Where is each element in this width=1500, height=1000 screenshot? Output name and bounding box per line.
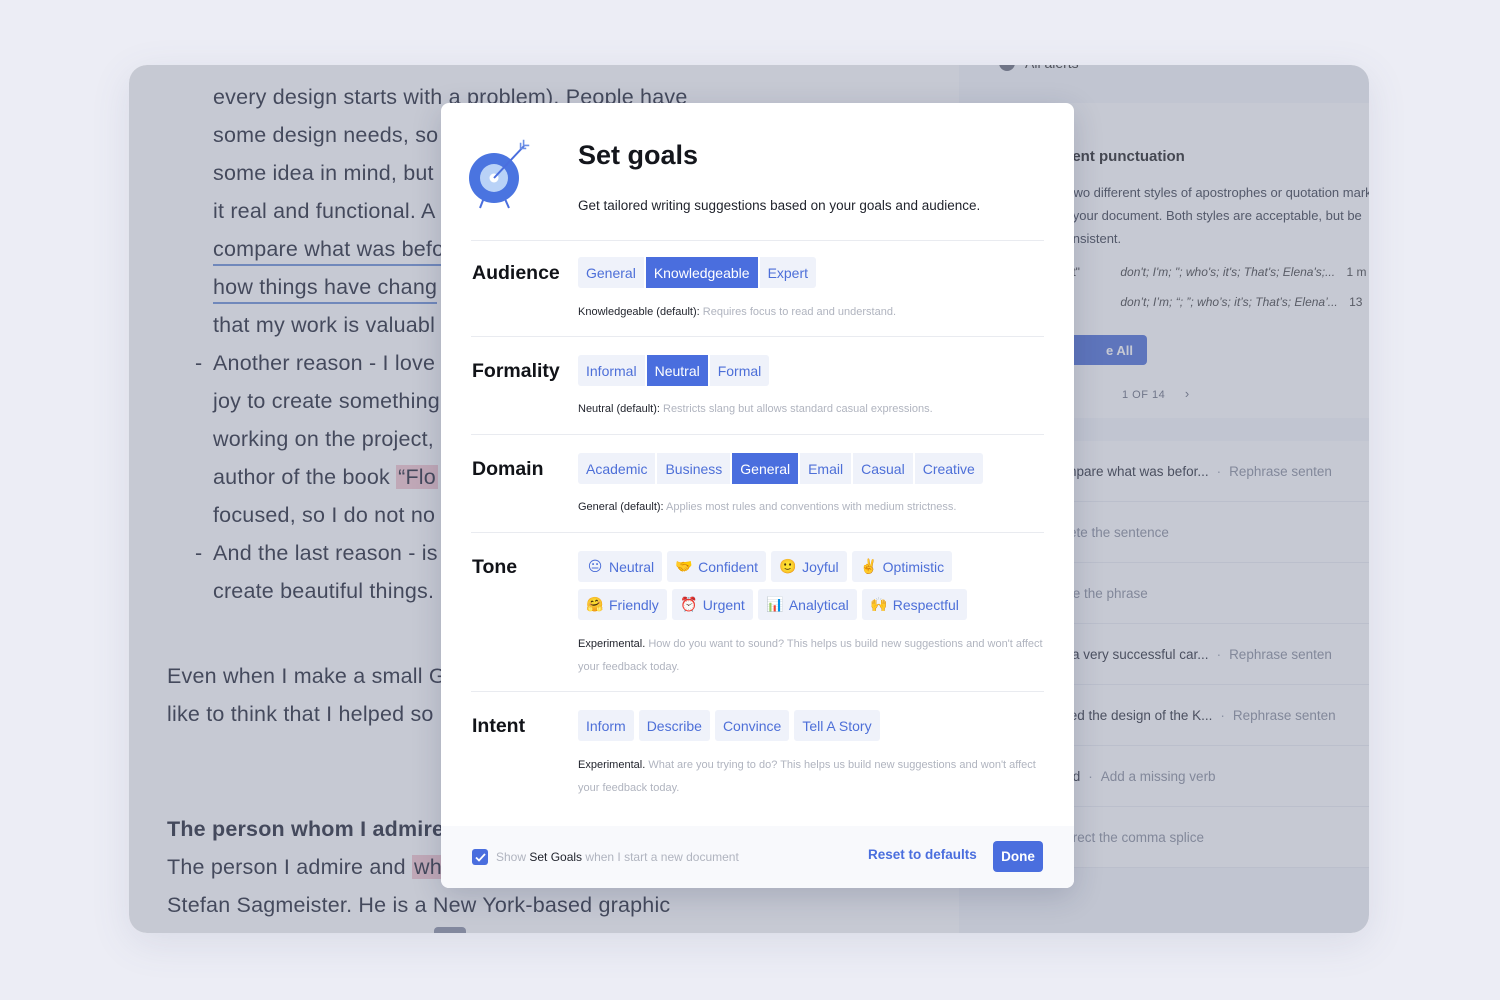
tone-options-row-1: 😐 Neutral 🤝 Confident 🙂 Joyful ✌️ Optimistic (578, 551, 953, 582)
label-strong: Set Goals (529, 850, 583, 864)
divider (471, 434, 1044, 435)
note-text: How do you want to sound? This helps us … (578, 638, 1043, 673)
tone-option-optimistic[interactable]: ✌️ Optimistic (851, 551, 953, 582)
bar-chart-icon: 📊 (766, 596, 784, 612)
audience-option-general[interactable]: General (578, 257, 644, 288)
domain-option-casual[interactable]: Casual (853, 453, 913, 484)
chip-label: Confident (698, 558, 759, 575)
tone-option-confident[interactable]: 🤝 Confident (667, 551, 767, 582)
chip-label: Neutral (609, 558, 655, 575)
note-text: Applies most rules and conventions with … (663, 501, 957, 513)
set-goals-dialog: Set goals Get tailored writing suggestio… (441, 103, 1074, 888)
tone-label: Tone (472, 556, 518, 578)
domain-option-general[interactable]: General (732, 453, 799, 484)
tone-option-respectful[interactable]: 🙌 Respectful (861, 589, 967, 620)
intent-options: Inform Describe Convince Tell A Story (578, 710, 880, 741)
tone-option-joyful[interactable]: 🙂 Joyful (771, 551, 847, 582)
checkbox-label[interactable]: Show Set Goals when I start a new docume… (496, 850, 739, 864)
domain-options: Academic Business General Email Casual C… (578, 453, 985, 484)
intent-option-convince[interactable]: Convince (714, 710, 790, 741)
note-strong: Experimental. (578, 759, 646, 771)
divider (471, 336, 1044, 337)
formality-option-informal[interactable]: Informal (578, 355, 645, 386)
intent-description: Experimental. What are you trying to do?… (578, 754, 1048, 800)
domain-label: Domain (472, 458, 544, 480)
label-suffix: when I start a new document (582, 850, 739, 864)
tone-option-urgent[interactable]: ⏰ Urgent (671, 589, 753, 620)
show-set-goals-checkbox[interactable] (472, 849, 488, 865)
intent-option-describe[interactable]: Describe (638, 710, 710, 741)
domain-option-email[interactable]: Email (800, 453, 852, 484)
domain-option-creative[interactable]: Creative (914, 453, 983, 484)
note-strong: General (default): (578, 501, 664, 513)
target-icon (469, 139, 530, 209)
divider (471, 532, 1044, 533)
chip-label: Analytical (788, 596, 849, 613)
tone-option-friendly[interactable]: 🤗 Friendly (578, 589, 667, 620)
chip-label: Friendly (609, 596, 659, 613)
domain-option-academic[interactable]: Academic (578, 453, 656, 484)
formality-description: Neutral (default): Restricts slang but a… (578, 398, 1048, 421)
note-text: What are you trying to do? This helps us… (578, 759, 1036, 794)
chip-label: Respectful (892, 596, 959, 613)
done-button[interactable]: Done (993, 841, 1043, 872)
dialog-subtitle: Get tailored writing suggestions based o… (578, 198, 981, 213)
audience-option-knowledgeable[interactable]: Knowledgeable (645, 257, 758, 288)
chip-label: Optimistic (882, 558, 945, 575)
divider (471, 691, 1044, 692)
audience-options: General Knowledgeable Expert (578, 257, 818, 288)
hugging-face-icon: 🤗 (586, 596, 604, 612)
alarm-clock-icon: ⏰ (680, 596, 698, 612)
audience-label: Audience (472, 262, 560, 284)
victory-hand-icon: ✌️ (859, 558, 878, 574)
formality-option-neutral[interactable]: Neutral (646, 355, 708, 386)
tone-description: Experimental. How do you want to sound? … (578, 633, 1048, 679)
tone-option-analytical[interactable]: 📊 Analytical (757, 589, 857, 620)
tone-option-neutral[interactable]: 😐 Neutral (578, 551, 663, 582)
chip-label: Urgent (702, 596, 745, 613)
intent-label: Intent (472, 715, 526, 737)
note-text: Requires focus to read and understand. (699, 306, 896, 318)
note-text: Restricts slang but allows standard casu… (659, 403, 933, 415)
divider (471, 240, 1044, 241)
domain-description: General (default): Applies most rules an… (578, 496, 1048, 519)
note-strong: Experimental. (578, 638, 646, 650)
neutral-face-icon: 😐 (587, 558, 603, 574)
audience-option-expert[interactable]: Expert (759, 257, 817, 288)
dialog-title: Set goals (578, 140, 699, 170)
formality-options: Informal Neutral Formal (578, 355, 771, 386)
reset-to-defaults-button[interactable]: Reset to defaults (868, 847, 977, 862)
domain-option-business[interactable]: Business (657, 453, 731, 484)
tone-options-row-2: 🤗 Friendly ⏰ Urgent 📊 Analytical 🙌 Respectfu… (578, 589, 967, 620)
raising-hands-icon: 🙌 (870, 596, 888, 612)
formality-label: Formality (472, 360, 560, 382)
intent-option-tell-a-story[interactable]: Tell A Story (794, 710, 880, 741)
note-strong: Knowledgeable (default): (578, 306, 700, 318)
intent-option-inform[interactable]: Inform (578, 710, 634, 741)
audience-description: Knowledgeable (default): Requires focus … (578, 301, 1048, 324)
note-strong: Neutral (default): (578, 403, 660, 415)
dialog-footer: Show Set Goals when I start a new docume… (441, 826, 1074, 888)
handshake-icon: 🤝 (675, 558, 693, 574)
label-prefix: Show (496, 850, 530, 864)
smiling-face-icon: 🙂 (779, 558, 797, 574)
formality-option-formal[interactable]: Formal (709, 355, 770, 386)
checkmark-icon (474, 852, 486, 862)
chip-label: Joyful (802, 558, 839, 575)
